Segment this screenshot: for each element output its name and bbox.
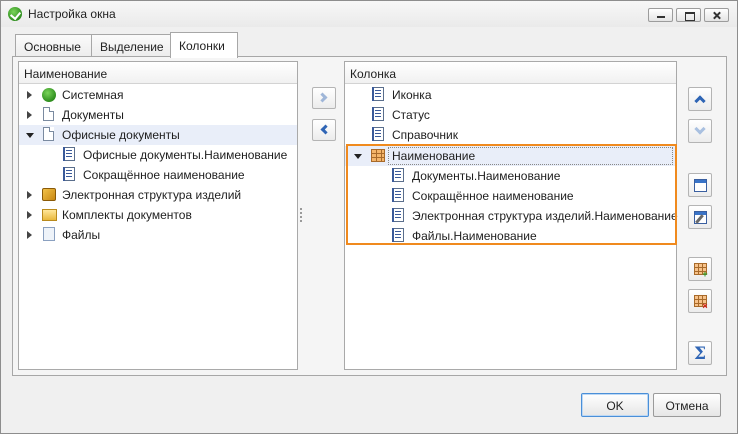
- tree-item-system[interactable]: Системная: [19, 85, 297, 105]
- document-icon: [43, 127, 54, 141]
- collapse-arrow-icon[interactable]: [26, 133, 34, 138]
- tree-item-label: Документы: [62, 108, 124, 122]
- expand-arrow-icon[interactable]: [27, 91, 32, 99]
- column-item-label: Электронная структура изделий.Наименован…: [412, 209, 678, 223]
- column-item-label: Наименование: [392, 149, 476, 163]
- field-icon: [392, 228, 404, 242]
- sigma-icon: Σ: [694, 344, 707, 364]
- field-icon: [63, 167, 75, 181]
- tree-item-label: Комплекты документов: [62, 208, 192, 222]
- field-icon: [372, 87, 384, 101]
- tree-item-label: Офисные документы.Наименование: [83, 148, 288, 162]
- tab-highlighting[interactable]: Выделение: [91, 34, 171, 57]
- close-button[interactable]: [704, 8, 729, 22]
- column-item-documents-name[interactable]: Документы.Наименование: [345, 166, 676, 186]
- move-up-button[interactable]: [688, 87, 712, 111]
- tree-item-label: Системная: [62, 88, 124, 102]
- tree-item-files[interactable]: Файлы: [19, 225, 297, 245]
- tree-item-label: Электронная структура изделий: [62, 188, 242, 202]
- column-item-label: Документы.Наименование: [412, 169, 561, 183]
- tab-basic[interactable]: Основные: [15, 34, 92, 57]
- field-icon: [63, 147, 75, 161]
- cancel-button[interactable]: Отмена: [653, 393, 721, 417]
- splitter-grip[interactable]: [300, 208, 302, 224]
- left-panel-header[interactable]: Наименование: [19, 62, 297, 84]
- totals-button[interactable]: Σ: [688, 341, 712, 365]
- field-icon: [372, 127, 384, 141]
- title-bar[interactable]: Настройка окна: [1, 1, 737, 27]
- right-panel-header[interactable]: Колонка: [345, 62, 676, 84]
- field-icon: [392, 168, 404, 182]
- field-icon: [372, 107, 384, 121]
- window-title: Настройка окна: [28, 7, 116, 21]
- file-icon: [43, 227, 55, 241]
- selected-columns-tree[interactable]: Колонка Иконка Статус Справочник Наимено…: [344, 61, 678, 370]
- chevron-left-icon: [320, 124, 331, 135]
- minimize-button[interactable]: [648, 8, 673, 22]
- column-item-label: Сокращённое наименование: [412, 189, 574, 203]
- expand-arrow-icon[interactable]: [27, 111, 32, 119]
- tree-item-office-documents-name[interactable]: Офисные документы.Наименование: [19, 145, 297, 165]
- composite-column-icon: [371, 149, 385, 162]
- tree-item-label: Файлы: [62, 228, 101, 242]
- document-icon: [43, 107, 54, 121]
- tree-item-label: Сокращённое наименование: [83, 168, 245, 182]
- column-item-files-name[interactable]: Файлы.Наименование: [345, 226, 676, 246]
- collapse-arrow-icon[interactable]: [354, 154, 362, 159]
- delete-group-column-button[interactable]: ×: [688, 289, 712, 313]
- tree-item-product-structure[interactable]: Электронная структура изделий: [19, 185, 297, 205]
- tree-item-short-name[interactable]: Сокращённое наименование: [19, 165, 297, 185]
- remove-column-button[interactable]: [312, 119, 336, 141]
- available-fields-tree[interactable]: Наименование Системная Документы Офисные…: [18, 61, 298, 370]
- maximize-button[interactable]: [676, 8, 701, 22]
- chevron-up-icon: [694, 95, 706, 107]
- tree-item-label: Офисные документы: [62, 128, 180, 142]
- column-item-label: Справочник: [392, 128, 458, 142]
- edit-column-button[interactable]: [688, 205, 712, 229]
- column-item-label: Статус: [392, 108, 430, 122]
- ok-button[interactable]: OK: [581, 393, 649, 417]
- expand-arrow-icon[interactable]: [27, 231, 32, 239]
- column-item-label: Иконка: [392, 88, 432, 102]
- window-settings-icon: [694, 179, 707, 192]
- column-settings-button[interactable]: [688, 173, 712, 197]
- chevron-down-icon: [694, 123, 706, 135]
- chevron-right-icon: [317, 92, 328, 103]
- column-item-label: Файлы.Наименование: [412, 229, 537, 243]
- column-item-name-group[interactable]: Наименование: [345, 146, 676, 166]
- delete-x-icon: ×: [702, 301, 708, 311]
- field-icon: [392, 188, 404, 202]
- tree-item-document-sets[interactable]: Комплекты документов: [19, 205, 297, 225]
- tree-item-documents[interactable]: Документы: [19, 105, 297, 125]
- expand-arrow-icon[interactable]: [27, 211, 32, 219]
- column-item-product-structure-name[interactable]: Электронная структура изделий.Наименован…: [345, 206, 678, 226]
- tree-item-office-documents[interactable]: Офисные документы: [19, 125, 297, 145]
- add-group-column-button[interactable]: +: [688, 257, 712, 281]
- tab-columns[interactable]: Колонки: [170, 32, 238, 58]
- field-icon: [392, 208, 404, 222]
- column-item-reference[interactable]: Справочник: [345, 125, 676, 145]
- box-icon: [42, 188, 56, 201]
- column-item-status[interactable]: Статус: [345, 105, 676, 125]
- add-column-button[interactable]: [312, 87, 336, 109]
- column-item-short-name[interactable]: Сокращённое наименование: [345, 186, 676, 206]
- dialog-window: Настройка окна Основные Выделение Колонк…: [0, 0, 738, 434]
- folder-icon: [42, 209, 57, 221]
- plus-icon: +: [702, 269, 708, 279]
- expand-arrow-icon[interactable]: [27, 191, 32, 199]
- app-icon: [8, 7, 22, 21]
- system-icon: [42, 88, 56, 102]
- column-item-icon[interactable]: Иконка: [345, 85, 676, 105]
- move-down-button[interactable]: [688, 119, 712, 143]
